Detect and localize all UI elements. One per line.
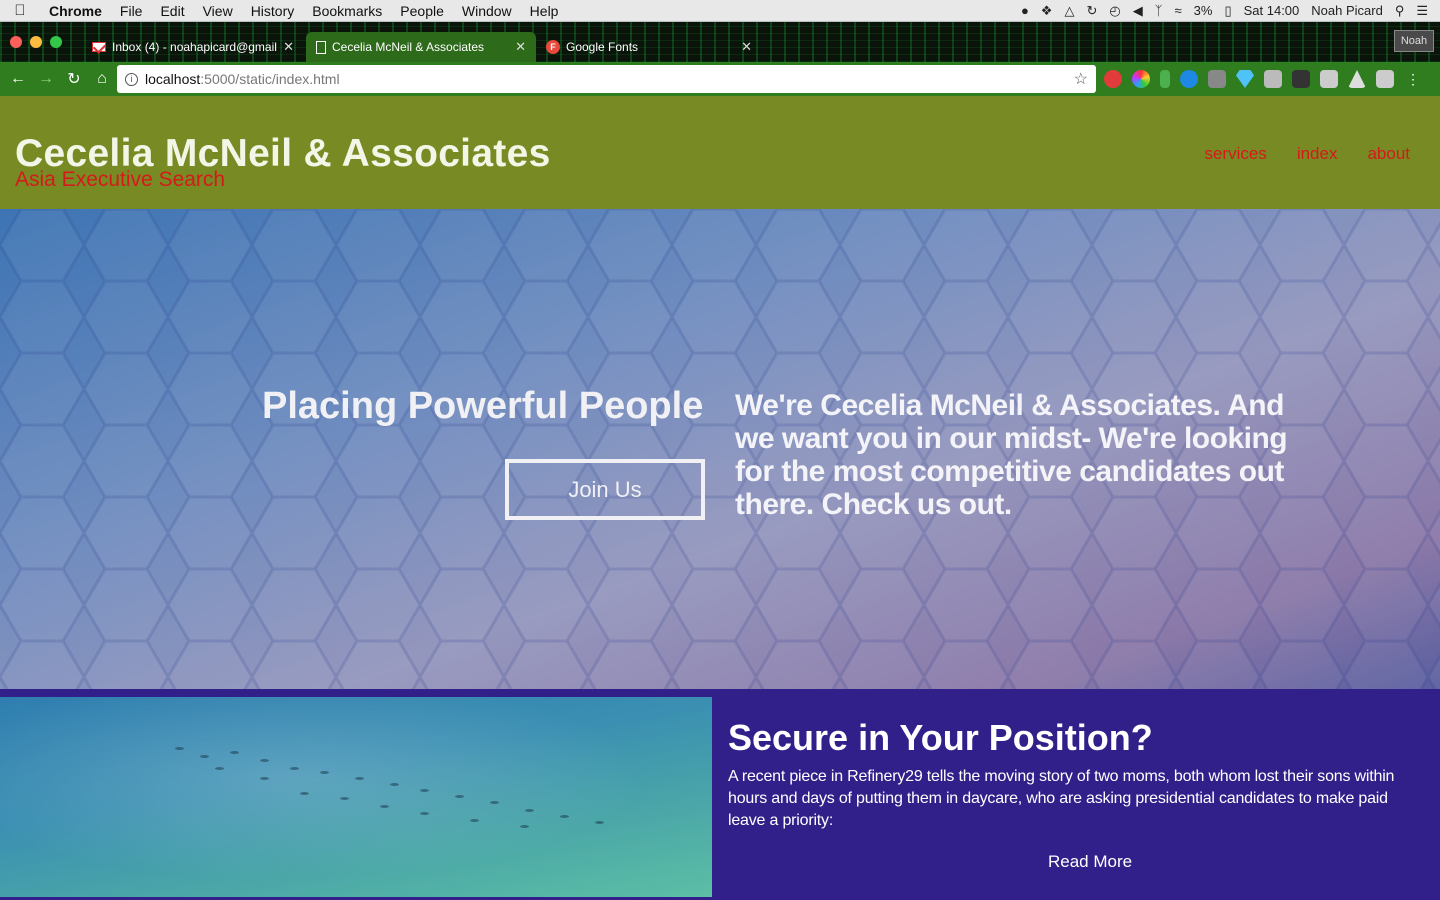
url-host: localhost [145, 71, 201, 87]
google-fonts-icon: F [546, 40, 560, 54]
diamond-extension-icon[interactable] [1236, 70, 1254, 88]
macos-menu-bar:  Chrome File Edit View History Bookmark… [0, 0, 1440, 22]
menu-app-name[interactable]: Chrome [40, 3, 111, 19]
window-controls [10, 36, 62, 48]
tab-title: Cecelia McNeil & Associates [332, 40, 485, 54]
join-us-button[interactable]: Join Us [505, 459, 705, 520]
close-tab-icon[interactable]: ✕ [741, 39, 752, 55]
tab-strip: Inbox (4) - noahapicard@gmail ✕ Cecelia … [0, 22, 1440, 62]
bookmark-star-icon[interactable]: ☆ [1074, 69, 1088, 89]
info-icon[interactable]: i [125, 72, 138, 86]
drive-extension-icon[interactable] [1348, 70, 1366, 88]
notification-center-icon[interactable]: ☰ [1416, 3, 1428, 19]
spotlight-search-icon[interactable]: ⚲ [1395, 3, 1405, 19]
blue-circle-extension-icon[interactable] [1180, 70, 1198, 88]
document-icon [316, 40, 326, 54]
tab-cecelia-mcneil[interactable]: Cecelia McNeil & Associates ✕ [306, 32, 536, 62]
site-nav: services index about [1204, 144, 1410, 164]
pocket-extension-icon[interactable] [1208, 70, 1226, 88]
menu-file[interactable]: File [111, 3, 152, 19]
menu-help[interactable]: Help [521, 3, 568, 19]
site-header: Cecelia McNeil & Associates Asia Executi… [0, 96, 1440, 209]
hero-section: Placing Powerful People Join Us We're Ce… [0, 209, 1440, 689]
tab-title: Inbox (4) - noahapicard@gmail [112, 40, 277, 54]
adblock-extension-icon[interactable] [1104, 70, 1122, 88]
terminal-extension-icon[interactable] [1292, 70, 1310, 88]
nav-link-about[interactable]: about [1367, 144, 1410, 164]
volume-icon[interactable]: ◀ [1133, 3, 1143, 19]
r-extension-icon[interactable] [1320, 70, 1338, 88]
url-path: :5000/static/index.html [200, 71, 340, 87]
nav-link-services[interactable]: services [1204, 144, 1266, 164]
feature-title: Secure in Your Position? [728, 717, 1153, 758]
minimize-window-button[interactable] [30, 36, 42, 48]
battery-icon[interactable]: ▯ [1224, 3, 1231, 19]
bluetooth-icon[interactable]: ᛉ [1155, 3, 1163, 18]
menu-people[interactable]: People [391, 3, 453, 19]
time-machine-icon[interactable]: ◴ [1109, 3, 1120, 19]
home-icon[interactable]: ⌂ [88, 70, 116, 88]
profile-button[interactable]: Noah [1394, 30, 1434, 52]
web-page: Cecelia McNeil & Associates Asia Executi… [0, 96, 1440, 900]
address-bar[interactable]: i localhost:5000/static/index.html ☆ [117, 65, 1096, 93]
hero-intro-text: We're Cecelia McNeil & Associates. And w… [735, 389, 1288, 521]
gmail-icon [92, 42, 106, 52]
quotes-extension-icon[interactable] [1160, 70, 1170, 88]
clock[interactable]: Sat 14:00 [1244, 3, 1300, 18]
alien-icon[interactable]: ● [1021, 3, 1029, 18]
dropbox-icon[interactable]: ❖ [1041, 3, 1053, 19]
chrome-menu-icon[interactable]: ⋮ [1404, 70, 1422, 88]
menu-bookmarks[interactable]: Bookmarks [303, 3, 391, 19]
ocean-photo [0, 697, 712, 897]
battery-percent[interactable]: 3% [1194, 3, 1213, 18]
nav-link-index[interactable]: index [1297, 144, 1338, 164]
user-name[interactable]: Noah Picard [1311, 3, 1383, 18]
close-tab-icon[interactable]: ✕ [515, 39, 526, 55]
crx-extension-icon[interactable] [1264, 70, 1282, 88]
drive-icon[interactable]: △ [1064, 3, 1074, 19]
apple-icon[interactable]:  [0, 2, 40, 19]
tab-title: Google Fonts [566, 40, 639, 54]
extension-icons: ⋮ [1104, 70, 1422, 88]
hero-headline: Placing Powerful People [262, 385, 704, 427]
browser-toolbar: ← → ↻ ⌂ i localhost:5000/static/index.ht… [0, 62, 1440, 96]
read-more-link[interactable]: Read More [1048, 852, 1132, 872]
menu-view[interactable]: View [194, 3, 242, 19]
zoom-window-button[interactable] [50, 36, 62, 48]
sync-icon[interactable]: ↻ [1086, 3, 1097, 19]
back-arrow-icon[interactable]: ← [4, 70, 32, 88]
feature-body: A recent piece in Refinery29 tells the m… [728, 768, 1395, 829]
close-tab-icon[interactable]: ✕ [283, 39, 294, 55]
tab-gmail-inbox[interactable]: Inbox (4) - noahapicard@gmail ✕ [82, 32, 304, 62]
n-extension-icon[interactable] [1376, 70, 1394, 88]
feature-section: Secure in Your Position? A recent piece … [0, 689, 1440, 900]
menu-edit[interactable]: Edit [151, 3, 193, 19]
close-window-button[interactable] [10, 36, 22, 48]
status-menus: ● ❖ △ ↻ ◴ ◀ ᛉ ≈ 3% ▯ Sat 14:00 Noah Pica… [1021, 3, 1440, 19]
reload-icon[interactable]: ↻ [60, 69, 88, 89]
menu-window[interactable]: Window [453, 3, 521, 19]
forward-arrow-icon[interactable]: → [32, 70, 60, 88]
wifi-icon[interactable]: ≈ [1175, 3, 1182, 18]
menu-history[interactable]: History [242, 3, 304, 19]
color-picker-extension-icon[interactable] [1132, 70, 1150, 88]
tab-google-fonts[interactable]: F Google Fonts ✕ [536, 32, 762, 62]
brand-subtitle: Asia Executive Search [15, 168, 226, 191]
